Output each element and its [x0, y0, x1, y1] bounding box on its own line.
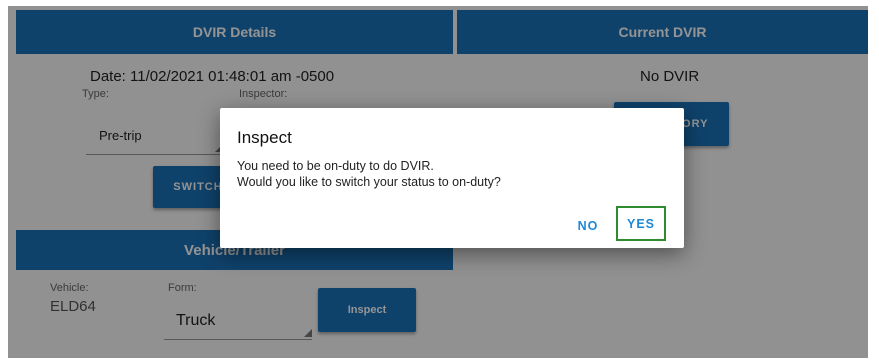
- inspect-dialog: Inspect You need to be on-duty to do DVI…: [220, 108, 684, 248]
- dialog-message: You need to be on-duty to do DVIR. Would…: [237, 158, 501, 190]
- dialog-message-line2: Would you like to switch your status to …: [237, 175, 501, 189]
- dialog-message-line1: You need to be on-duty to do DVIR.: [237, 159, 434, 173]
- app-screen: DVIR Details Date: 11/02/2021 01:48:01 a…: [8, 6, 868, 358]
- yes-button[interactable]: YES: [616, 206, 666, 241]
- no-button-label: NO: [577, 219, 599, 233]
- yes-button-label: YES: [626, 216, 655, 231]
- dialog-title: Inspect: [237, 128, 292, 147]
- no-button[interactable]: NO: [568, 211, 608, 241]
